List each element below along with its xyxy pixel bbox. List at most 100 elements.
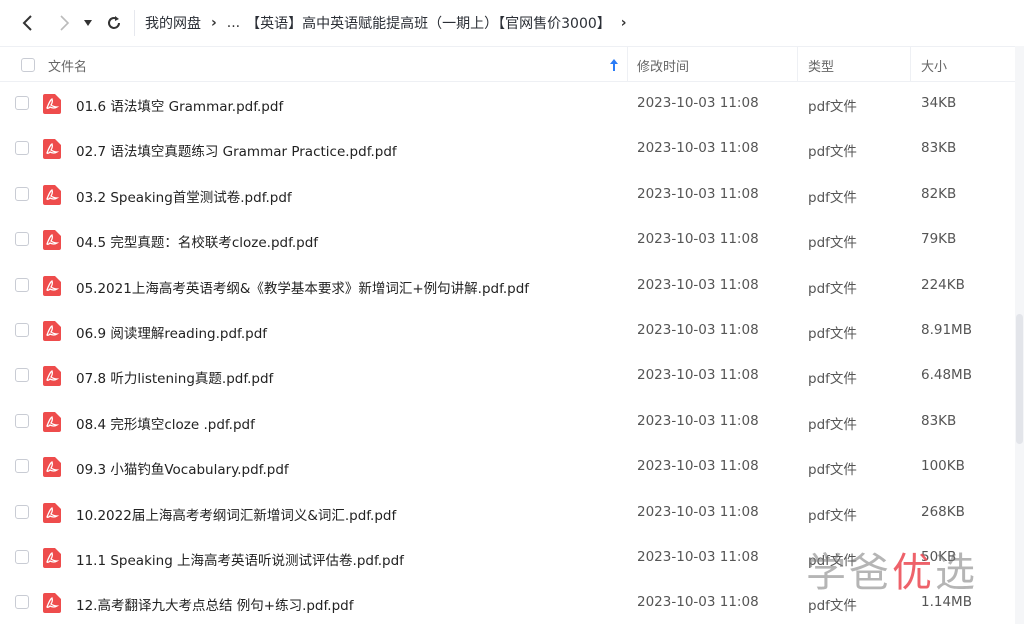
file-row[interactable]: 09.3 小猫钓鱼Vocabulary.pdf.pdf 2023-10-03 1… bbox=[0, 445, 1015, 490]
pdf-file-icon bbox=[43, 184, 61, 209]
caret-down-icon bbox=[83, 19, 93, 27]
file-name[interactable]: 08.4 完形填空cloze .pdf.pdf bbox=[76, 413, 255, 433]
file-type: pdf文件 bbox=[808, 371, 857, 388]
file-type: pdf文件 bbox=[808, 144, 857, 161]
pdf-file-icon bbox=[43, 366, 61, 390]
file-modified-time: 2023-10-03 11:08 bbox=[637, 231, 759, 248]
file-size: 224KB bbox=[921, 276, 965, 293]
breadcrumb-expand-icon[interactable]: › bbox=[621, 15, 627, 31]
pdf-file-icon bbox=[43, 94, 61, 118]
select-all-checkbox[interactable] bbox=[21, 58, 35, 72]
row-checkbox[interactable] bbox=[15, 232, 29, 247]
header-divider bbox=[627, 47, 628, 82]
row-checkbox[interactable] bbox=[15, 277, 29, 292]
file-type: pdf文件 bbox=[808, 416, 857, 433]
file-name[interactable]: 07.8 听力listening真题.pdf.pdf bbox=[76, 367, 273, 387]
file-name[interactable]: 01.6 语法填空 Grammar.pdf.pdf bbox=[76, 95, 283, 115]
file-modified-time: 2023-10-03 11:08 bbox=[637, 412, 759, 429]
file-row[interactable]: 05.2021上海高考英语考纲&《教学基本要求》新增词汇+例句讲解.pdf.pd… bbox=[0, 264, 1015, 309]
refresh-icon bbox=[106, 15, 122, 31]
file-type: pdf文件 bbox=[808, 325, 857, 342]
file-modified-time: 2023-10-03 11:08 bbox=[637, 185, 759, 202]
breadcrumb-ellipsis[interactable]: ... bbox=[227, 15, 240, 31]
watermark-highlight: 优 bbox=[892, 550, 935, 596]
row-checkbox[interactable] bbox=[15, 141, 29, 156]
header-divider bbox=[910, 47, 911, 82]
file-modified-time: 2023-10-03 11:08 bbox=[637, 367, 759, 384]
row-checkbox[interactable] bbox=[15, 549, 29, 564]
pdf-file-icon bbox=[43, 411, 61, 436]
file-type: pdf文件 bbox=[808, 462, 857, 479]
row-checkbox[interactable] bbox=[15, 413, 29, 428]
vertical-scrollbar[interactable] bbox=[1015, 46, 1024, 624]
pdf-file-icon bbox=[43, 593, 61, 617]
column-header-size[interactable]: 大小 bbox=[921, 56, 947, 75]
pdf-file-icon bbox=[43, 230, 61, 254]
row-checkbox[interactable] bbox=[15, 322, 29, 337]
row-checkbox[interactable] bbox=[15, 595, 29, 610]
pdf-file-icon bbox=[43, 139, 61, 163]
file-modified-time: 2023-10-03 11:08 bbox=[637, 503, 759, 520]
file-size: 83KB bbox=[921, 412, 957, 429]
file-name[interactable]: 10.2022届上海高考考纲词汇新增词义&词汇.pdf.pdf bbox=[76, 504, 396, 524]
file-name[interactable]: 11.1 Speaking 上海高考英语听说测试评估卷.pdf.pdf bbox=[76, 549, 404, 569]
file-row[interactable]: 03.2 Speaking首堂测试卷.pdf.pdf 2023-10-03 11… bbox=[0, 173, 1015, 218]
file-size: 82KB bbox=[921, 185, 957, 202]
file-type: pdf文件 bbox=[808, 507, 857, 524]
file-modified-time: 2023-10-03 11:08 bbox=[637, 321, 759, 338]
file-modified-time: 2023-10-03 11:08 bbox=[637, 548, 759, 565]
chevron-right-icon bbox=[57, 15, 71, 31]
sort-arrow-up-icon[interactable] bbox=[609, 57, 619, 76]
toolbar-divider bbox=[134, 10, 135, 36]
file-name[interactable]: 09.3 小猫钓鱼Vocabulary.pdf.pdf bbox=[76, 458, 289, 478]
chevron-left-icon bbox=[21, 15, 35, 31]
file-name[interactable]: 12.高考翻译九大考点总结 例句+练习.pdf.pdf bbox=[76, 594, 353, 614]
file-modified-time: 2023-10-03 11:08 bbox=[637, 140, 759, 157]
column-header-time[interactable]: 修改时间 bbox=[637, 56, 689, 75]
row-checkbox[interactable] bbox=[15, 186, 29, 201]
pdf-file-icon bbox=[43, 275, 61, 300]
header-divider bbox=[797, 47, 798, 82]
column-header-type[interactable]: 类型 bbox=[808, 56, 834, 75]
pdf-file-icon bbox=[43, 320, 61, 345]
refresh-button[interactable] bbox=[100, 9, 128, 37]
file-name[interactable]: 05.2021上海高考英语考纲&《教学基本要求》新增词汇+例句讲解.pdf.pd… bbox=[76, 277, 529, 297]
breadcrumb-current[interactable]: 【英语】高中英语赋能提高班（一期上）【官网售价3000】 bbox=[246, 13, 611, 33]
breadcrumb-root[interactable]: 我的网盘 bbox=[145, 13, 201, 33]
file-type: pdf文件 bbox=[808, 99, 857, 115]
file-size: 34KB bbox=[921, 95, 957, 111]
column-header-name[interactable]: 文件名 bbox=[48, 56, 87, 75]
back-button[interactable] bbox=[14, 9, 42, 37]
file-modified-time: 2023-10-03 11:08 bbox=[637, 276, 759, 293]
pdf-file-icon bbox=[43, 457, 61, 481]
watermark: 学爸优选 bbox=[806, 540, 978, 598]
file-name[interactable]: 02.7 语法填空真题练习 Grammar Practice.pdf.pdf bbox=[76, 140, 397, 160]
file-size: 83KB bbox=[921, 140, 957, 157]
row-checkbox[interactable] bbox=[15, 368, 29, 383]
breadcrumb-separator-icon: › bbox=[211, 15, 217, 31]
file-type: pdf文件 bbox=[808, 235, 857, 252]
file-size: 8.91MB bbox=[921, 321, 972, 338]
watermark-text: 选 bbox=[935, 550, 978, 596]
file-row[interactable]: 04.5 完型真题：名校联考cloze.pdf.pdf 2023-10-03 1… bbox=[0, 218, 1015, 263]
watermark-text: 学爸 bbox=[806, 550, 892, 596]
file-name[interactable]: 04.5 完型真题：名校联考cloze.pdf.pdf bbox=[76, 231, 318, 251]
file-size: 268KB bbox=[921, 503, 965, 520]
file-row[interactable]: 01.6 语法填空 Grammar.pdf.pdf 2023-10-03 11:… bbox=[0, 82, 1015, 127]
file-modified-time: 2023-10-03 11:08 bbox=[637, 95, 759, 111]
scrollbar-thumb[interactable] bbox=[1016, 314, 1023, 444]
history-dropdown-button[interactable] bbox=[78, 9, 98, 37]
table-header: 文件名 修改时间 类型 大小 bbox=[0, 46, 1015, 82]
file-row[interactable]: 06.9 阅读理解reading.pdf.pdf 2023-10-03 11:0… bbox=[0, 309, 1015, 354]
file-name[interactable]: 06.9 阅读理解reading.pdf.pdf bbox=[76, 322, 267, 342]
file-row[interactable]: 02.7 语法填空真题练习 Grammar Practice.pdf.pdf 2… bbox=[0, 127, 1015, 172]
file-modified-time: 2023-10-03 11:08 bbox=[637, 594, 759, 611]
row-checkbox[interactable] bbox=[15, 459, 29, 474]
file-row[interactable]: 07.8 听力listening真题.pdf.pdf 2023-10-03 11… bbox=[0, 354, 1015, 399]
file-row[interactable]: 08.4 完形填空cloze .pdf.pdf 2023-10-03 11:08… bbox=[0, 400, 1015, 445]
file-name[interactable]: 03.2 Speaking首堂测试卷.pdf.pdf bbox=[76, 186, 292, 206]
forward-button[interactable] bbox=[50, 9, 78, 37]
file-row[interactable]: 10.2022届上海高考考纲词汇新增词义&词汇.pdf.pdf 2023-10-… bbox=[0, 491, 1015, 536]
row-checkbox[interactable] bbox=[15, 504, 29, 519]
row-checkbox[interactable] bbox=[15, 96, 29, 110]
